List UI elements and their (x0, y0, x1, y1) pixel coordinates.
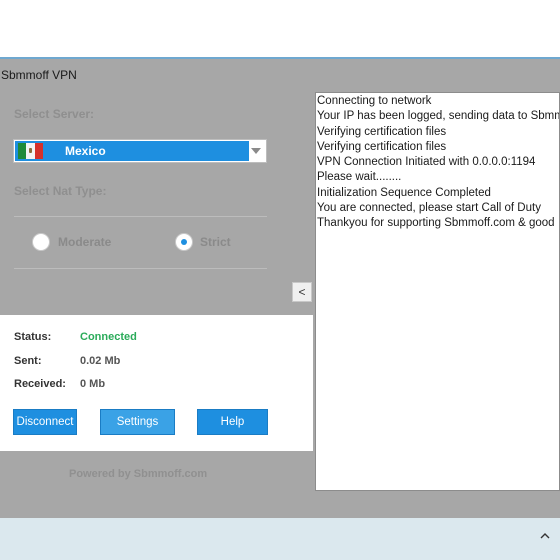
received-value: 0 Mb (80, 378, 106, 390)
sent-value: 0.02 Mb (80, 355, 121, 367)
nat-strict-radio[interactable] (175, 233, 193, 251)
log-line: VPN Connection Initiated with 0.0.0.0:11… (317, 156, 536, 169)
status-panel: Status: Connected Sent: 0.02 Mb Received… (0, 315, 313, 451)
mexico-flag-icon (18, 143, 43, 159)
select-nat-type-label: Select Nat Type: (14, 184, 107, 198)
radio-selected-dot (181, 239, 187, 245)
log-line: Please wait........ (317, 171, 402, 184)
received-label: Received: (14, 378, 66, 390)
log-line: Your IP has been logged, sending data to… (317, 110, 560, 123)
chevron-up-icon[interactable] (540, 531, 550, 541)
nat-moderate-radio[interactable] (32, 233, 50, 251)
status-label: Status: (14, 331, 52, 343)
server-dropdown[interactable]: Mexico (13, 139, 267, 163)
vpn-window: Sbmmoff VPN Select Server: Mexico Select… (0, 59, 560, 518)
window-title: Sbmmoff VPN (1, 68, 77, 82)
log-line: Thankyou for supporting Sbmmoff.com & go… (317, 217, 555, 230)
sent-label: Sent: (14, 355, 42, 367)
collapse-log-button[interactable]: < (292, 282, 312, 302)
bottom-bar (0, 518, 560, 560)
chevron-down-icon[interactable] (251, 148, 261, 154)
status-value: Connected (80, 331, 137, 343)
divider (14, 268, 267, 269)
help-button[interactable]: Help (197, 409, 268, 435)
nat-moderate-label[interactable]: Moderate (58, 235, 111, 249)
connection-log[interactable]: Connecting to network Your IP has been l… (315, 92, 560, 491)
log-line: Connecting to network (317, 95, 432, 107)
log-line: You are connected, please start Call of … (317, 202, 541, 215)
log-line: Verifying certification files (317, 140, 447, 153)
desktop-background (0, 0, 560, 57)
log-line: Initialization Sequence Completed (317, 186, 491, 199)
server-selected-value: Mexico (65, 144, 106, 158)
log-line: Verifying certification files (317, 125, 447, 138)
settings-button[interactable]: Settings (100, 409, 175, 435)
powered-by-link[interactable]: Powered by Sbmmoff.com (69, 468, 207, 480)
nat-strict-label[interactable]: Strict (200, 235, 231, 249)
select-server-label: Select Server: (14, 107, 95, 121)
server-selected-highlight: Mexico (15, 141, 249, 161)
disconnect-button[interactable]: Disconnect (13, 409, 77, 435)
divider (14, 216, 267, 217)
